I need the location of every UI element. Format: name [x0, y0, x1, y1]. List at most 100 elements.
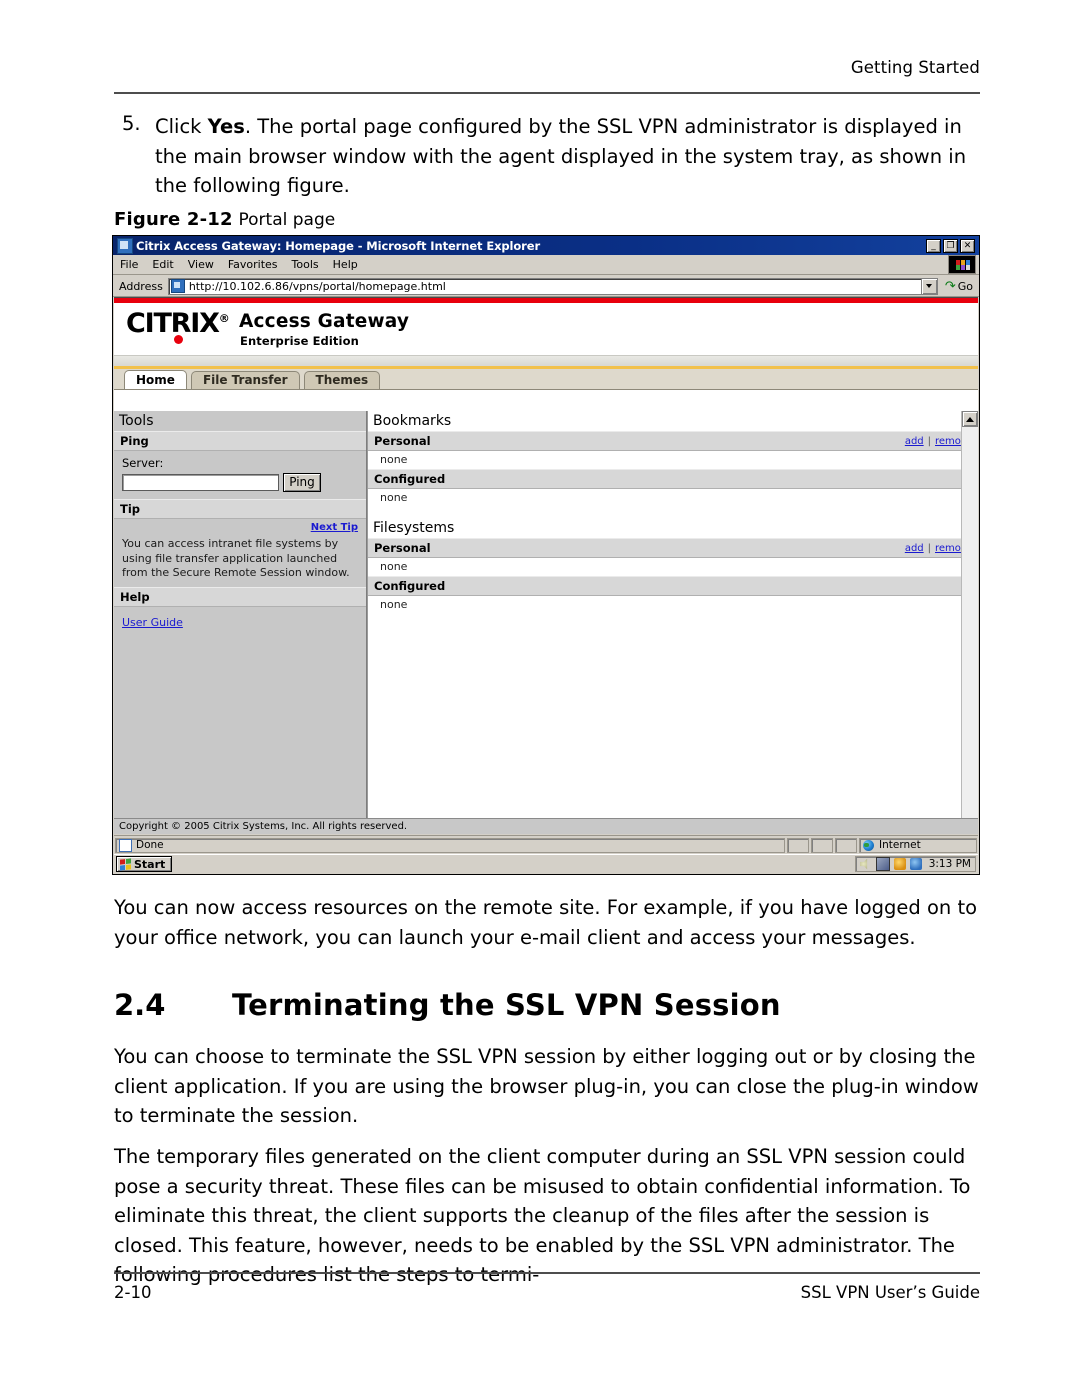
status-pane-1: [787, 837, 809, 853]
status-text-pane: Done: [115, 837, 785, 853]
step-text-bold: Yes: [207, 115, 245, 138]
security-zone-text: Internet: [879, 839, 921, 851]
figure-title: Portal page: [238, 210, 336, 230]
volume-icon[interactable]: [859, 858, 868, 870]
go-button[interactable]: ↷ Go: [938, 280, 979, 293]
browser-address-bar: Address http://10.102.6.86/vpns/portal/h…: [113, 276, 979, 297]
user-guide-link[interactable]: User Guide: [122, 616, 183, 629]
resources-panel: Bookmarks Personal add | remove none Con…: [367, 411, 978, 834]
ping-form: Server: Ping: [114, 451, 366, 499]
menu-view[interactable]: View: [181, 257, 221, 272]
tools-panel: Tools Ping Server: Ping Tip Next Tip You…: [114, 411, 367, 834]
footer-rule: [114, 1272, 980, 1274]
tip-text: You can access intranet file systems by …: [122, 537, 350, 579]
ping-row: Ping: [122, 473, 366, 492]
next-tip-link[interactable]: Next Tip: [122, 522, 358, 533]
menu-tools[interactable]: Tools: [285, 257, 326, 272]
browser-title: Citrix Access Gateway: Homepage - Micros…: [136, 238, 541, 253]
filesystems-personal-label: Personal: [374, 541, 431, 555]
server-input[interactable]: [122, 474, 279, 491]
security-zone-pane[interactable]: Internet: [859, 837, 977, 853]
go-label: Go: [957, 279, 973, 293]
bookmarks-configured-label: Configured: [374, 472, 446, 486]
portal-tabs: Home File Transfer Themes: [114, 369, 978, 390]
citrix-logo-dot-icon: [174, 335, 183, 344]
tab-home[interactable]: Home: [124, 370, 187, 389]
menu-favorites[interactable]: Favorites: [221, 257, 285, 272]
menu-file[interactable]: File: [113, 257, 145, 272]
numbered-step: 5. Click Yes. The portal page configured…: [114, 112, 984, 201]
restore-button[interactable]: ❐: [943, 238, 958, 253]
ie-app-icon: [117, 237, 133, 254]
section-number: 2.4: [114, 988, 166, 1022]
tip-section-header: Tip: [114, 499, 366, 519]
close-button[interactable]: ✕: [960, 238, 975, 253]
menu-edit[interactable]: Edit: [145, 257, 180, 272]
shield-icon[interactable]: [893, 858, 906, 870]
product-name: Access Gateway: [239, 311, 410, 332]
registered-mark: ®: [218, 312, 230, 325]
ping-heading: Ping: [120, 434, 149, 448]
page-favicon-icon: [170, 279, 185, 293]
step-text: Click Yes. The portal page configured by…: [155, 112, 984, 201]
paragraph-3: The temporary files generated on the cli…: [114, 1145, 971, 1286]
step-text-lead: Click: [155, 115, 208, 138]
filesystems-personal-add-link[interactable]: add: [905, 543, 924, 554]
action-separator: |: [927, 542, 932, 554]
filesystems-configured-header: Configured: [368, 576, 978, 596]
taskbar-clock[interactable]: 3:13 PM: [929, 858, 971, 870]
bookmarks-personal-label: Personal: [374, 434, 431, 448]
tab-file-transfer[interactable]: File Transfer: [190, 371, 300, 389]
citrix-logo-text: CITRIX: [126, 308, 220, 339]
tip-heading: Tip: [120, 502, 141, 516]
page-scrollbar[interactable]: [961, 411, 978, 834]
bookmarks-section: Bookmarks Personal add | remove none Con…: [368, 411, 978, 507]
address-input[interactable]: http://10.102.6.86/vpns/portal/homepage.…: [167, 277, 921, 295]
filesystems-personal-header: Personal add | remove: [368, 538, 978, 558]
tools-heading: Tools: [114, 411, 366, 431]
figure-label: Figure 2-12: [114, 209, 233, 230]
network-icon[interactable]: [875, 857, 890, 871]
bookmarks-personal-header: Personal add | remove: [368, 431, 978, 451]
running-head: Getting Started: [850, 58, 980, 77]
vpn-agent-icon[interactable]: [909, 858, 922, 870]
start-label: Start: [134, 857, 166, 871]
filesystems-personal-value: none: [368, 558, 978, 576]
browser-menubar: File Edit View Favorites Tools Help: [113, 255, 979, 275]
page-icon: [119, 838, 132, 852]
filesystems-section: Filesystems Personal add | remove none C…: [368, 518, 978, 614]
portal-copyright: Copyright © 2005 Citrix Systems, Inc. Al…: [114, 818, 978, 834]
brand-logo-icon: [948, 255, 976, 274]
browser-statusbar: Done Internet: [114, 835, 978, 854]
status-text: Done: [136, 839, 164, 851]
go-arrow-icon: ↷: [944, 278, 956, 294]
window-controls: _ ❐ ✕: [926, 238, 977, 253]
ping-section-header: Ping: [114, 431, 366, 451]
header-rule: [114, 92, 980, 94]
footer-guide-title: SSL VPN User’s Guide: [800, 1283, 980, 1302]
page-viewport: CITRIX® Access Gateway Enterprise Editio…: [114, 297, 978, 834]
portal-content: Tools Ping Server: Ping Tip Next Tip You…: [114, 411, 978, 834]
filesystems-configured-value: none: [368, 596, 978, 614]
status-pane-2: [811, 837, 833, 853]
chevron-down-icon: [926, 284, 933, 288]
minimize-button[interactable]: _: [926, 238, 941, 253]
tab-themes[interactable]: Themes: [303, 371, 381, 389]
action-separator: |: [927, 435, 932, 447]
bookmarks-personal-value: none: [368, 451, 978, 469]
bookmarks-heading: Bookmarks: [368, 411, 978, 431]
ping-button[interactable]: Ping: [283, 473, 321, 492]
document-page: Getting Started 5. Click Yes. The portal…: [0, 0, 1080, 1388]
address-dropdown-button[interactable]: [920, 277, 938, 295]
browser-titlebar: Citrix Access Gateway: Homepage - Micros…: [113, 236, 979, 255]
start-button[interactable]: Start: [116, 856, 173, 872]
address-label: Address: [119, 279, 163, 293]
portal-branding: CITRIX® Access Gateway Enterprise Editio…: [114, 303, 978, 355]
menu-help[interactable]: Help: [326, 257, 365, 272]
scroll-up-button[interactable]: [962, 411, 978, 427]
globe-icon: [863, 839, 874, 851]
windows-taskbar: Start 3:13 PM: [114, 854, 978, 873]
bookmarks-configured-value: none: [368, 489, 978, 507]
bookmarks-personal-add-link[interactable]: add: [905, 436, 924, 447]
browser-window-screenshot: Citrix Access Gateway: Homepage - Micros…: [112, 235, 980, 875]
